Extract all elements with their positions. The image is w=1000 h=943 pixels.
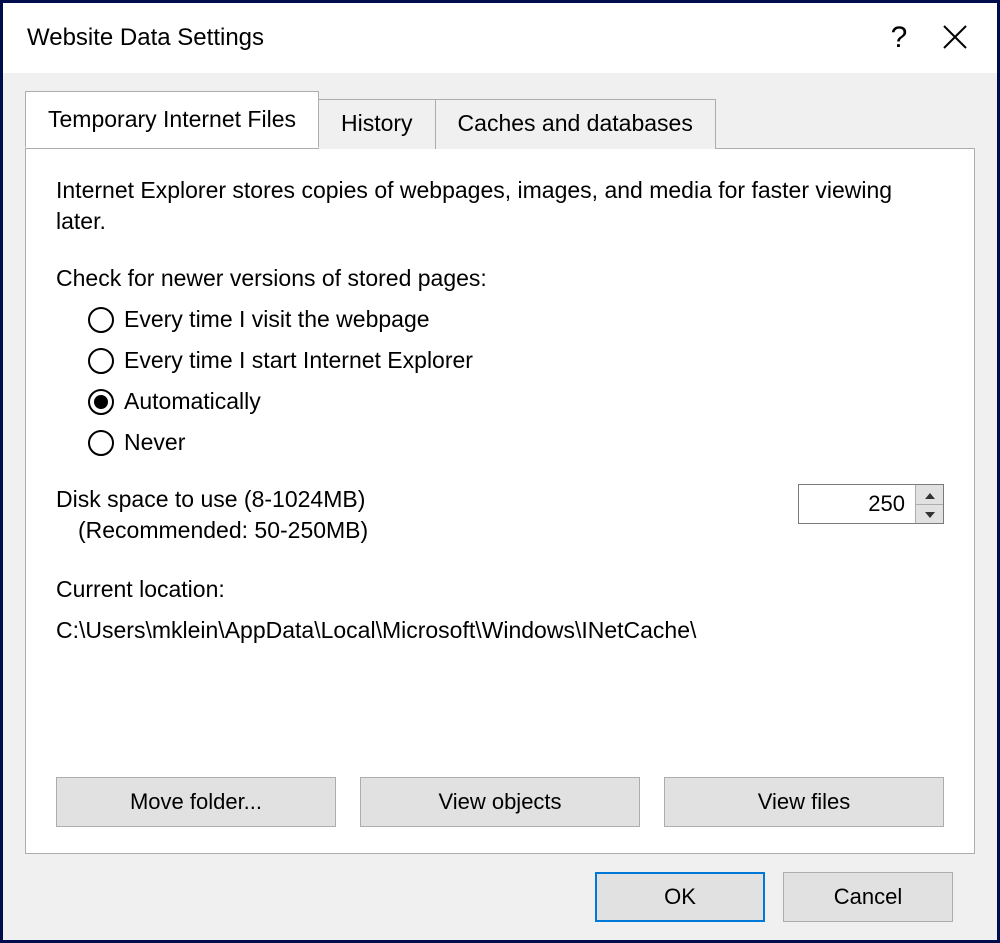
radio-every-start[interactable]: Every time I start Internet Explorer	[88, 347, 944, 374]
cancel-button[interactable]: Cancel	[783, 872, 953, 922]
chevron-down-icon	[925, 506, 935, 521]
check-newer-label: Check for newer versions of stored pages…	[56, 265, 944, 292]
tab-temporary-internet-files[interactable]: Temporary Internet Files	[25, 91, 319, 148]
disk-space-spinner[interactable]: 250	[798, 484, 944, 524]
radio-label: Every time I start Internet Explorer	[124, 347, 473, 374]
view-objects-button[interactable]: View objects	[360, 777, 640, 827]
folder-buttons-row: Move folder... View objects View files	[56, 777, 944, 827]
radio-label: Every time I visit the webpage	[124, 306, 430, 333]
radio-icon	[88, 348, 114, 374]
disk-space-label: Disk space to use (8-1024MB)	[56, 484, 798, 515]
dialog-footer: OK Cancel	[25, 854, 975, 922]
intro-text: Internet Explorer stores copies of webpa…	[56, 175, 944, 237]
check-newer-radiogroup: Every time I visit the webpage Every tim…	[56, 306, 944, 456]
window-title: Website Data Settings	[27, 24, 871, 52]
dialog-body: Temporary Internet Files History Caches …	[3, 73, 997, 940]
radio-label: Automatically	[124, 388, 261, 415]
spinner-arrows	[915, 485, 943, 523]
spinner-down-button[interactable]	[916, 504, 943, 524]
ok-button[interactable]: OK	[595, 872, 765, 922]
radio-every-visit[interactable]: Every time I visit the webpage	[88, 306, 944, 333]
disk-space-row: Disk space to use (8-1024MB) (Recommende…	[56, 484, 944, 546]
tabpanel-temporary-internet-files: Internet Explorer stores copies of webpa…	[25, 148, 975, 854]
tab-caches-and-databases[interactable]: Caches and databases	[435, 99, 716, 149]
website-data-settings-dialog: Website Data Settings ? Temporary Intern…	[0, 0, 1000, 943]
spacer	[56, 674, 944, 777]
close-button[interactable]	[927, 10, 983, 66]
disk-space-value[interactable]: 250	[799, 485, 915, 523]
titlebar: Website Data Settings ?	[3, 3, 997, 73]
radio-label: Never	[124, 429, 185, 456]
radio-automatically[interactable]: Automatically	[88, 388, 944, 415]
spinner-up-button[interactable]	[916, 485, 943, 504]
disk-space-recommended: (Recommended: 50-250MB)	[56, 515, 798, 546]
tab-history[interactable]: History	[318, 99, 436, 149]
close-icon	[942, 24, 968, 53]
move-folder-button[interactable]: Move folder...	[56, 777, 336, 827]
help-icon: ?	[891, 21, 908, 55]
radio-never[interactable]: Never	[88, 429, 944, 456]
view-files-button[interactable]: View files	[664, 777, 944, 827]
current-location-label: Current location:	[56, 576, 944, 603]
radio-icon	[88, 307, 114, 333]
current-location-path: C:\Users\mklein\AppData\Local\Microsoft\…	[56, 617, 944, 644]
radio-icon	[88, 389, 114, 415]
disk-space-labels: Disk space to use (8-1024MB) (Recommende…	[56, 484, 798, 546]
help-button[interactable]: ?	[871, 10, 927, 66]
radio-icon	[88, 430, 114, 456]
chevron-up-icon	[925, 487, 935, 502]
tabstrip: Temporary Internet Files History Caches …	[25, 91, 975, 148]
